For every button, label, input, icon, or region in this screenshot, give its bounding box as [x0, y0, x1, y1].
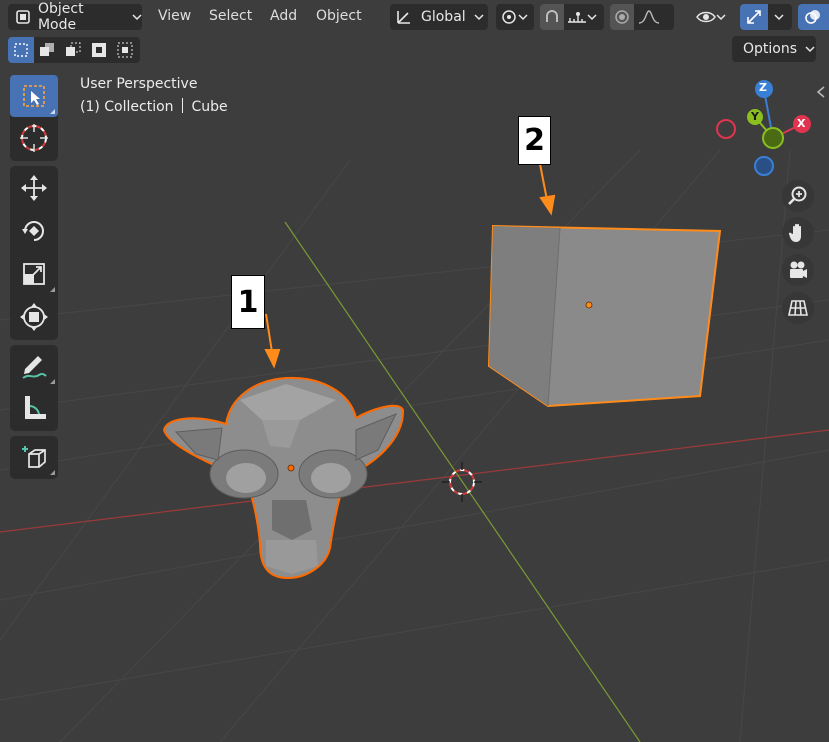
cube-object	[487, 224, 722, 408]
tool-transform[interactable]	[10, 295, 58, 338]
collection-line: (1) Collection Cube	[80, 98, 228, 115]
gizmo-toggle-icon[interactable]	[740, 4, 768, 30]
transform-icon	[19, 302, 49, 332]
gizmo-z-label[interactable]: Z	[759, 81, 767, 94]
cursor-icon	[19, 123, 49, 153]
viewport-header: Object Mode View Select Add Object Globa…	[0, 0, 829, 34]
sidebar-toggle-chevron-icon[interactable]	[816, 86, 826, 98]
toolbar-add-group	[10, 436, 58, 479]
menu-select[interactable]: Select	[209, 8, 252, 24]
separator	[181, 98, 183, 113]
tool-cursor[interactable]	[10, 117, 58, 159]
tool-scale[interactable]	[10, 252, 58, 295]
proportional-editing-group[interactable]	[610, 4, 674, 30]
arrow-2	[539, 163, 548, 201]
magnet-icon[interactable]	[540, 4, 564, 30]
rotate-icon	[19, 216, 49, 246]
gizmo-dropdown[interactable]	[740, 4, 792, 30]
pan-button[interactable]	[782, 217, 814, 249]
object-mode-icon	[14, 8, 32, 26]
perspective-label: User Perspective	[80, 76, 198, 92]
active-object-label: Cube	[191, 99, 228, 115]
tool-submenu-marker	[50, 109, 55, 114]
select-intersect-icon[interactable]	[112, 37, 138, 63]
arrow-1	[265, 313, 273, 353]
falloff-curve-icon[interactable]	[638, 9, 660, 25]
tool-submenu-marker	[50, 379, 55, 384]
select-subtract-icon[interactable]	[60, 37, 86, 63]
select-box-icon	[21, 83, 47, 109]
select-invert-icon[interactable]	[86, 37, 112, 63]
tool-measure[interactable]	[10, 387, 58, 429]
3d-viewport[interactable]: Z Y X User Perspective (1) Collection Cu…	[0, 0, 829, 742]
chevron-down-icon	[518, 12, 528, 22]
tool-annotate[interactable]	[10, 345, 58, 387]
chevron-down-icon	[132, 12, 142, 22]
x-axis-line	[0, 429, 829, 533]
chevron-down-icon	[774, 12, 784, 22]
hand-pan-icon	[787, 222, 809, 244]
move-icon	[19, 173, 49, 203]
select-extend-icon[interactable]	[34, 37, 60, 63]
mode-label: Object Mode	[37, 1, 84, 33]
chevron-down-icon	[716, 12, 726, 22]
pivot-icon	[500, 8, 518, 26]
tool-rotate[interactable]	[10, 209, 58, 252]
snap-group[interactable]	[540, 4, 604, 30]
callout-1: 1	[231, 275, 265, 329]
chevron-down-icon	[587, 12, 597, 22]
eye-icon	[696, 9, 716, 25]
tool-select-box[interactable]	[10, 75, 58, 117]
orientation-dropdown[interactable]: Global	[390, 4, 488, 30]
select-new-icon[interactable]	[8, 37, 34, 63]
chevron-down-icon	[474, 12, 484, 22]
select-mode-group	[8, 37, 140, 63]
options-dropdown[interactable]: Options	[732, 36, 816, 62]
proportional-edit-icon[interactable]	[610, 4, 634, 30]
gizmo-y-label[interactable]: Y	[751, 110, 759, 123]
mode-dropdown[interactable]: Object Mode	[8, 1, 142, 33]
tool-move[interactable]	[10, 166, 58, 209]
transform-orientation-icon	[395, 8, 413, 26]
overlay-circles-icon	[804, 8, 822, 26]
add-cube-icon	[19, 442, 49, 472]
monkey-object	[162, 376, 405, 580]
toolbar-annotate-group	[10, 345, 58, 431]
visibility-dropdown[interactable]	[694, 4, 734, 30]
overlays-toggle[interactable]	[798, 4, 829, 30]
menu-add[interactable]: Add	[270, 8, 297, 24]
chevron-down-icon	[805, 44, 815, 54]
menu-view[interactable]: View	[158, 8, 191, 24]
zoom-icon	[787, 185, 809, 207]
camera-view-button[interactable]	[782, 254, 814, 286]
annotate-icon	[19, 351, 49, 381]
pivot-dropdown[interactable]	[496, 4, 534, 30]
scale-icon	[20, 260, 48, 288]
zoom-button[interactable]	[782, 180, 814, 212]
orientation-label: Global	[421, 9, 466, 25]
camera-icon	[787, 259, 809, 281]
collection-label: (1) Collection	[80, 99, 174, 115]
ortho-toggle-button[interactable]	[782, 292, 814, 324]
options-label: Options	[743, 41, 798, 57]
callout-2: 2	[518, 116, 551, 165]
grid-view-icon	[787, 297, 809, 319]
menu-object[interactable]: Object	[316, 8, 362, 24]
tool-submenu-marker	[50, 470, 55, 475]
toolbar-transform-group	[10, 166, 58, 340]
measure-icon	[19, 393, 49, 423]
tool-submenu-marker	[50, 287, 55, 292]
gizmo-x-label[interactable]: X	[797, 117, 805, 130]
toolbar-select-group	[10, 75, 58, 161]
snap-increment-icon[interactable]	[567, 10, 587, 24]
tool-add-cube[interactable]	[10, 436, 58, 478]
